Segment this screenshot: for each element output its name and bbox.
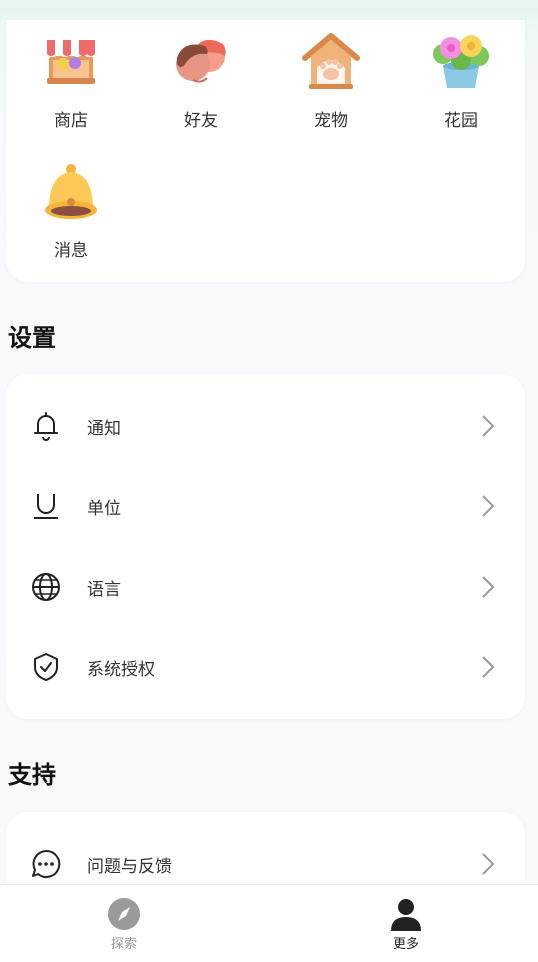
grid-label: 消息 bbox=[54, 241, 88, 261]
shield-check-icon bbox=[34, 653, 58, 681]
grid-label: 宠物 bbox=[314, 111, 348, 131]
bell-message-icon bbox=[45, 164, 97, 219]
grid-label: 商店 bbox=[54, 111, 88, 131]
settings-item-units[interactable]: 单位 bbox=[6, 466, 525, 546]
chevron-right-icon bbox=[482, 853, 495, 875]
friends-icon bbox=[176, 39, 226, 83]
grid-label: 好友 bbox=[184, 111, 218, 131]
chevron-right-icon bbox=[482, 495, 495, 517]
settings-card: 通知 单位 语言 系统授权 bbox=[6, 374, 525, 719]
support-item-label: 问题与反馈 bbox=[87, 856, 172, 877]
grid-item-messages[interactable]: 消息 bbox=[21, 160, 121, 270]
tab-label: 更多 bbox=[392, 937, 419, 952]
settings-item-notifications[interactable]: 通知 bbox=[6, 386, 525, 466]
chevron-right-icon bbox=[482, 415, 495, 437]
settings-item-permissions[interactable]: 系统授权 bbox=[6, 627, 525, 707]
compass-icon bbox=[108, 898, 140, 930]
grid-label: 花园 bbox=[444, 111, 478, 131]
chevron-right-icon bbox=[482, 656, 495, 678]
settings-item-label: 语言 bbox=[87, 579, 121, 600]
tab-explore[interactable]: 探索 bbox=[84, 897, 164, 952]
grid-item-shop[interactable]: 商店 bbox=[21, 30, 121, 140]
settings-item-label: 系统授权 bbox=[87, 659, 155, 680]
settings-item-language[interactable]: 语言 bbox=[6, 547, 525, 627]
globe-icon bbox=[32, 573, 60, 601]
feature-grid-card: 商店 好友 宠物 花园 消息 bbox=[6, 20, 525, 282]
bottom-tab-bar: 探索 更多 bbox=[0, 884, 538, 962]
settings-item-label: 通知 bbox=[87, 418, 121, 439]
shop-icon bbox=[47, 40, 95, 84]
bell-icon bbox=[34, 412, 58, 441]
tab-label: 探索 bbox=[110, 937, 137, 952]
tab-more[interactable]: 更多 bbox=[366, 897, 446, 952]
grid-item-friends[interactable]: 好友 bbox=[151, 30, 251, 140]
chevron-right-icon bbox=[482, 576, 495, 598]
person-icon bbox=[391, 899, 421, 931]
support-section-title: 支持 bbox=[8, 761, 56, 789]
settings-section-title: 设置 bbox=[8, 324, 56, 352]
underline-unit-icon bbox=[34, 494, 58, 519]
settings-item-label: 单位 bbox=[87, 498, 121, 519]
chat-dots-icon bbox=[32, 849, 61, 878]
grid-item-pet[interactable]: 宠物 bbox=[281, 30, 381, 140]
garden-flowers-icon bbox=[433, 35, 489, 88]
grid-item-garden[interactable]: 花园 bbox=[411, 30, 511, 140]
pet-house-icon bbox=[302, 33, 360, 89]
